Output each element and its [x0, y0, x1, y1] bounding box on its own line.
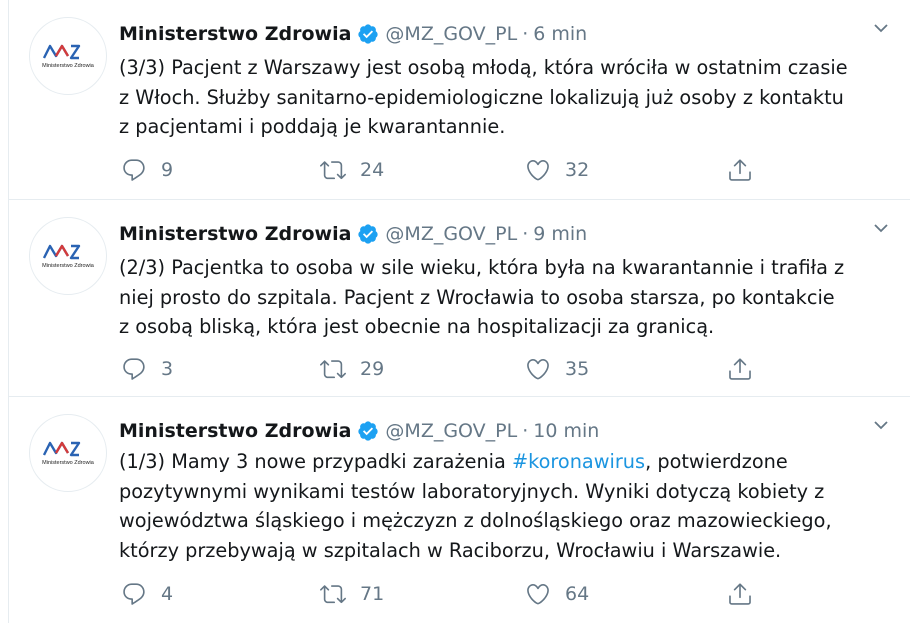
tweet-header: Ministerstwo Zdrowia @MZ_GOV_PL · 6 min: [119, 21, 587, 47]
share-icon: [729, 583, 751, 605]
retweet-button[interactable]: 24: [320, 156, 384, 184]
tweet-timestamp[interactable]: 6 min: [533, 23, 587, 45]
like-button[interactable]: 32: [525, 156, 589, 184]
author-handle[interactable]: @MZ_GOV_PL: [385, 23, 517, 45]
share-icon: [729, 159, 751, 181]
avatar-logo-text: Ministerstwo Zdrowia: [42, 263, 94, 269]
tweet-actions: 4 71 64: [119, 580, 759, 608]
author-name[interactable]: Ministerstwo Zdrowia: [119, 23, 351, 45]
reply-count: 4: [161, 583, 174, 605]
heart-icon: [527, 583, 549, 605]
ministry-logo-icon: [42, 44, 81, 60]
retweet-icon: [320, 585, 346, 604]
tweet-text-line: niej prosto do szpitala. Pacjent z Wrocł…: [119, 285, 835, 309]
avatar[interactable]: Ministerstwo Zdrowia: [29, 414, 107, 492]
share-button[interactable]: [727, 355, 753, 383]
reply-icon: [123, 583, 145, 605]
reply-icon: [123, 159, 145, 181]
retweet-count: 29: [360, 358, 385, 380]
retweet-button[interactable]: 29: [320, 355, 384, 383]
share-icon: [729, 358, 751, 380]
heart-icon: [527, 358, 549, 380]
tweet-text-line: z Włoch. Służby sanitarno-epidemiologicz…: [119, 85, 844, 109]
tweet-text: (3/3) Pacjent z Warszawy jest osobą młod…: [119, 53, 899, 142]
separator-dot: ·: [522, 223, 529, 245]
tweet-text-line: (1/3) Mamy 3 nowe przypadki zarażenia #k…: [119, 447, 899, 477]
tweet-text-line: województwa śląskiego i mężczyzn z dolno…: [119, 509, 832, 532]
reply-count: 9: [161, 159, 174, 181]
share-button[interactable]: [727, 580, 753, 608]
like-count: 32: [565, 159, 590, 181]
tweet-text-fragment: (1/3) Mamy 3 nowe przypadki zarażenia: [119, 450, 512, 473]
retweet-button[interactable]: 71: [320, 580, 384, 608]
author-handle[interactable]: @MZ_GOV_PL: [385, 420, 517, 442]
like-count: 35: [565, 358, 590, 380]
avatar[interactable]: Ministerstwo Zdrowia: [29, 17, 107, 95]
tweet-text-line: z pacjentami i poddają je kwarantannie.: [119, 115, 506, 138]
tweet[interactable]: Ministerstwo Zdrowia Ministerstwo Zdrowi…: [9, 397, 910, 627]
retweet-icon: [320, 161, 346, 180]
verified-badge-icon: [358, 24, 379, 44]
tweet[interactable]: Ministerstwo Zdrowia Ministerstwo Zdrowi…: [9, 0, 910, 200]
avatar[interactable]: Ministerstwo Zdrowia: [29, 217, 107, 295]
author-name[interactable]: Ministerstwo Zdrowia: [119, 420, 351, 442]
retweet-icon: [320, 360, 346, 379]
reply-button[interactable]: 9: [121, 156, 173, 184]
author-name[interactable]: Ministerstwo Zdrowia: [119, 223, 351, 245]
retweet-count: 71: [360, 583, 385, 605]
tweet-header: Ministerstwo Zdrowia @MZ_GOV_PL · 9 min: [119, 221, 587, 247]
like-count: 64: [565, 583, 590, 605]
tweet-actions: 9 24 32: [119, 156, 759, 184]
reply-icon: [123, 358, 145, 380]
heart-icon: [527, 159, 549, 181]
ministry-logo-icon: [42, 244, 81, 260]
separator-dot: ·: [522, 420, 529, 442]
tweet-text-line: (2/3) Pacjentka to osoba w sile wieku, k…: [119, 256, 845, 279]
chevron-down-icon[interactable]: [873, 20, 889, 36]
share-button[interactable]: [727, 156, 753, 184]
like-button[interactable]: 64: [525, 580, 589, 608]
tweet-header: Ministerstwo Zdrowia @MZ_GOV_PL · 10 min: [119, 418, 599, 444]
tweet-text: (2/3) Pacjentka to osoba w sile wieku, k…: [119, 253, 899, 342]
ministry-logo-icon: [42, 441, 81, 457]
chevron-down-icon[interactable]: [873, 220, 889, 236]
reply-button[interactable]: 4: [121, 580, 173, 608]
tweet-text-fragment: , potwierdzone: [645, 450, 788, 473]
tweet-text-line: z osobą bliską, która jest obecnie na ho…: [119, 315, 715, 338]
reply-count: 3: [161, 358, 174, 380]
separator-dot: ·: [522, 23, 529, 45]
avatar-logo-text: Ministerstwo Zdrowia: [42, 460, 94, 466]
tweet-actions: 3 29 35: [119, 355, 759, 383]
retweet-count: 24: [360, 159, 385, 181]
tweet-feed: Ministerstwo Zdrowia Ministerstwo Zdrowi…: [8, 0, 910, 623]
like-button[interactable]: 35: [525, 355, 589, 383]
tweet-text: (1/3) Mamy 3 nowe przypadki zarażenia #k…: [119, 447, 899, 565]
hashtag-link[interactable]: #koronawirus: [512, 450, 645, 473]
avatar-logo-text: Ministerstwo Zdrowia: [42, 63, 94, 69]
tweet-timestamp[interactable]: 9 min: [533, 223, 587, 245]
author-handle[interactable]: @MZ_GOV_PL: [385, 223, 517, 245]
chevron-down-icon[interactable]: [873, 417, 889, 433]
tweet[interactable]: Ministerstwo Zdrowia Ministerstwo Zdrowi…: [9, 200, 910, 397]
tweet-timestamp[interactable]: 10 min: [533, 420, 599, 442]
tweet-text-line: pozytywnymi wynikami testów laboratoryjn…: [119, 479, 825, 503]
verified-badge-icon: [358, 421, 379, 441]
tweet-text-line: którzy przebywają w szpitalach w Racibor…: [119, 538, 782, 562]
tweet-text-line: (3/3) Pacjent z Warszawy jest osobą młod…: [119, 56, 848, 79]
reply-button[interactable]: 3: [121, 355, 173, 383]
verified-badge-icon: [358, 224, 379, 244]
